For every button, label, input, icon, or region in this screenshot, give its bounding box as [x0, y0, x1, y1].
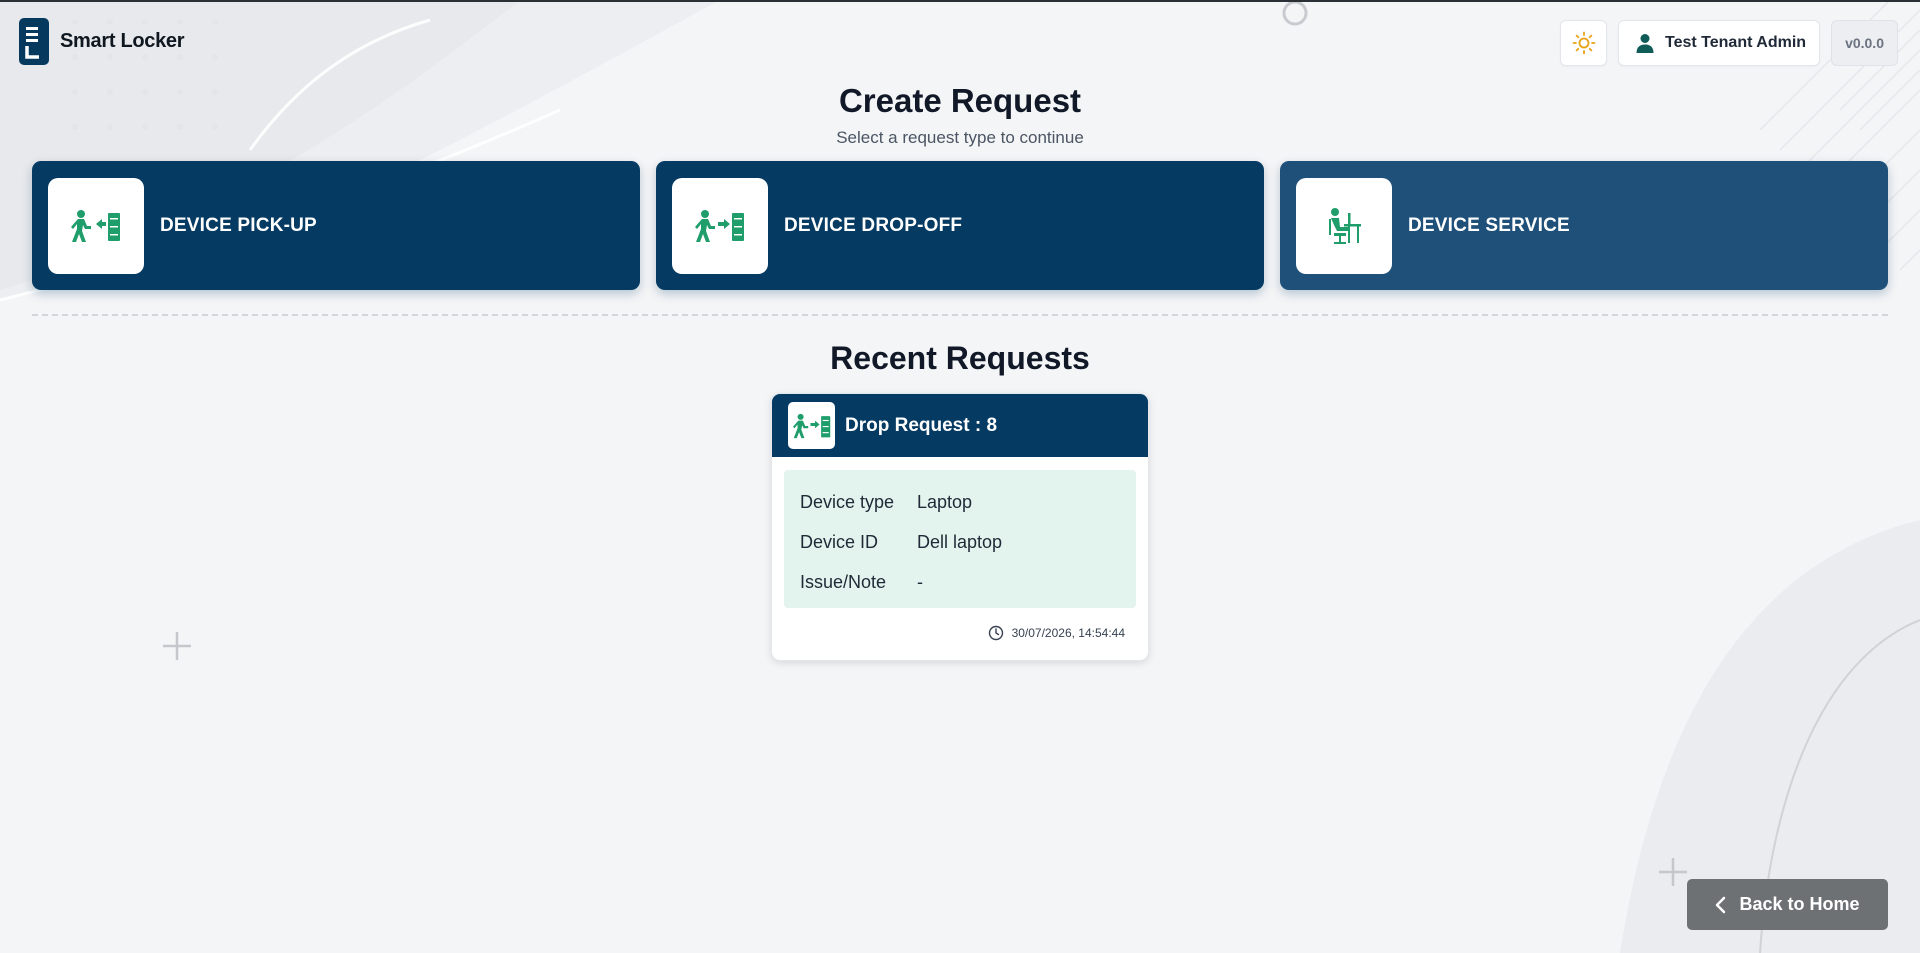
dropoff-icon — [788, 402, 835, 449]
detail-row-device-type: Device type Laptop — [800, 482, 1120, 522]
app-logo[interactable]: Smart Locker — [19, 18, 185, 65]
user-name: Test Tenant Admin — [1665, 34, 1807, 51]
locker-logo-icon — [19, 18, 49, 65]
chevron-left-icon — [1716, 896, 1726, 913]
version-badge: v0.0.0 — [1831, 20, 1898, 66]
device-dropoff-label: DEVICE DROP-OFF — [784, 214, 963, 236]
recent-requests-title: Recent Requests — [830, 340, 1090, 376]
top-border — [0, 0, 1920, 2]
request-details: Device type Laptop Device ID Dell laptop… — [784, 470, 1136, 608]
header-actions: Test Tenant Admin v0.0.0 — [1560, 20, 1898, 66]
device-pickup-card[interactable]: DEVICE PICK-UP — [32, 161, 640, 290]
clock-icon — [988, 625, 1003, 641]
theme-toggle-button[interactable] — [1560, 20, 1608, 66]
device-pickup-label: DEVICE PICK-UP — [160, 214, 317, 236]
detail-label: Issue/Note — [800, 571, 887, 592]
recent-request-card[interactable]: Drop Request : 8 Device type Laptop Devi… — [771, 393, 1149, 661]
detail-label: Device type — [800, 491, 895, 512]
back-to-home-label: Back to Home — [1739, 894, 1860, 914]
request-type-list: DEVICE PICK-UP DEVICE DROP-OFF DEVICE SE… — [32, 161, 1888, 290]
sun-icon — [1572, 31, 1595, 55]
service-icon — [1296, 177, 1392, 274]
request-timestamp-row: 30/07/2026, 14:54:44 — [988, 625, 1125, 641]
page-title: Create Request — [838, 82, 1082, 119]
device-service-label: DEVICE SERVICE — [1408, 214, 1570, 236]
detail-value: - — [917, 571, 923, 592]
detail-value: Dell laptop — [917, 531, 1003, 552]
request-timestamp: 30/07/2026, 14:54:44 — [1011, 626, 1125, 640]
device-service-card[interactable]: DEVICE SERVICE — [1280, 161, 1888, 290]
page-subtitle: Select a request type to continue — [836, 128, 1084, 147]
device-dropoff-card[interactable]: DEVICE DROP-OFF — [656, 161, 1264, 290]
detail-value: Laptop — [917, 491, 973, 512]
user-menu-button[interactable]: Test Tenant Admin — [1618, 20, 1821, 66]
back-to-home-button[interactable]: Back to Home — [1687, 879, 1888, 930]
request-card-header: Drop Request : 8 — [772, 394, 1148, 457]
app-root: Smart Locker Test Tenant Admin v0.0.0 Cr… — [0, 0, 1920, 953]
dropoff-icon — [672, 177, 768, 274]
detail-label: Device ID — [800, 531, 879, 552]
section-divider — [32, 314, 1888, 316]
app-name: Smart Locker — [60, 30, 185, 52]
detail-row-device-id: Device ID Dell laptop — [800, 522, 1120, 562]
detail-row-issue-note: Issue/Note - — [800, 562, 1120, 602]
user-icon — [1636, 34, 1654, 53]
request-title: Drop Request : 8 — [845, 414, 998, 436]
pickup-icon — [48, 177, 144, 274]
